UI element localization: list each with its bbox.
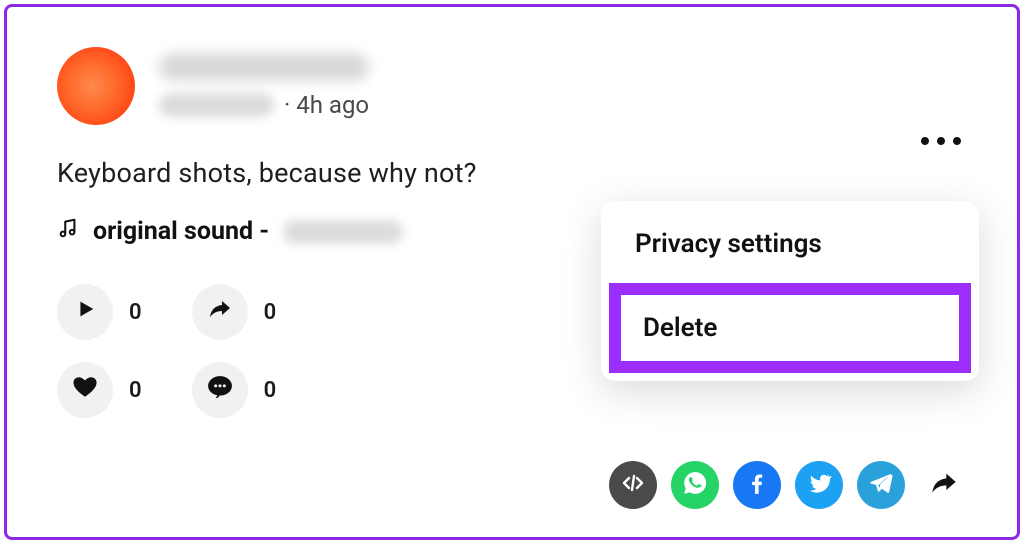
more-options-button[interactable] (921, 137, 961, 145)
telegram-icon (868, 470, 894, 500)
twitter-icon (806, 470, 832, 500)
heart-icon (71, 374, 99, 406)
sound-label: original sound - (93, 217, 269, 246)
play-button[interactable] (57, 284, 113, 340)
play-count: 0 (129, 300, 142, 325)
telegram-button[interactable] (857, 461, 905, 509)
avatar[interactable] (57, 47, 135, 125)
forward-button[interactable] (919, 465, 969, 505)
post-timestamp: · 4h ago (284, 91, 369, 119)
username-redacted (159, 53, 369, 81)
like-count: 0 (129, 378, 142, 403)
post-content: · 4h ago Keyboard shots, because why not… (7, 7, 1017, 537)
privacy-settings-item[interactable]: Privacy settings (601, 207, 979, 281)
sound-author-redacted (283, 220, 403, 244)
share-button[interactable] (192, 284, 248, 340)
delete-item[interactable]: Delete (609, 283, 971, 373)
share-stat: 0 (192, 284, 277, 340)
like-stat: 0 (57, 362, 142, 418)
options-popup: Privacy settings Delete (601, 201, 979, 381)
embed-button[interactable] (609, 461, 657, 509)
share-arrow-icon (207, 297, 233, 327)
play-stat: 0 (57, 284, 142, 340)
post-header: · 4h ago (57, 47, 967, 125)
post-caption: Keyboard shots, because why not? (57, 157, 967, 189)
app-frame: · 4h ago Keyboard shots, because why not… (4, 4, 1020, 540)
comment-stat: 0 (192, 362, 277, 418)
dot-icon (953, 137, 961, 145)
user-block: · 4h ago (159, 47, 369, 119)
like-button[interactable] (57, 362, 113, 418)
stats-grid: 0 0 0 (57, 284, 276, 418)
handle-row: · 4h ago (159, 91, 369, 119)
comment-count: 0 (264, 378, 277, 403)
comment-icon (206, 374, 234, 406)
dot-icon (937, 137, 945, 145)
music-note-icon (57, 215, 79, 248)
share-row (609, 461, 969, 509)
facebook-button[interactable] (733, 461, 781, 509)
dot-icon (921, 137, 929, 145)
handle-redacted (159, 93, 274, 117)
play-icon (74, 298, 96, 326)
comment-button[interactable] (192, 362, 248, 418)
twitter-button[interactable] (795, 461, 843, 509)
forward-arrow-icon (927, 482, 961, 501)
embed-icon (621, 471, 645, 499)
share-count: 0 (264, 300, 277, 325)
facebook-icon (744, 470, 770, 500)
whatsapp-icon (682, 470, 708, 500)
whatsapp-button[interactable] (671, 461, 719, 509)
